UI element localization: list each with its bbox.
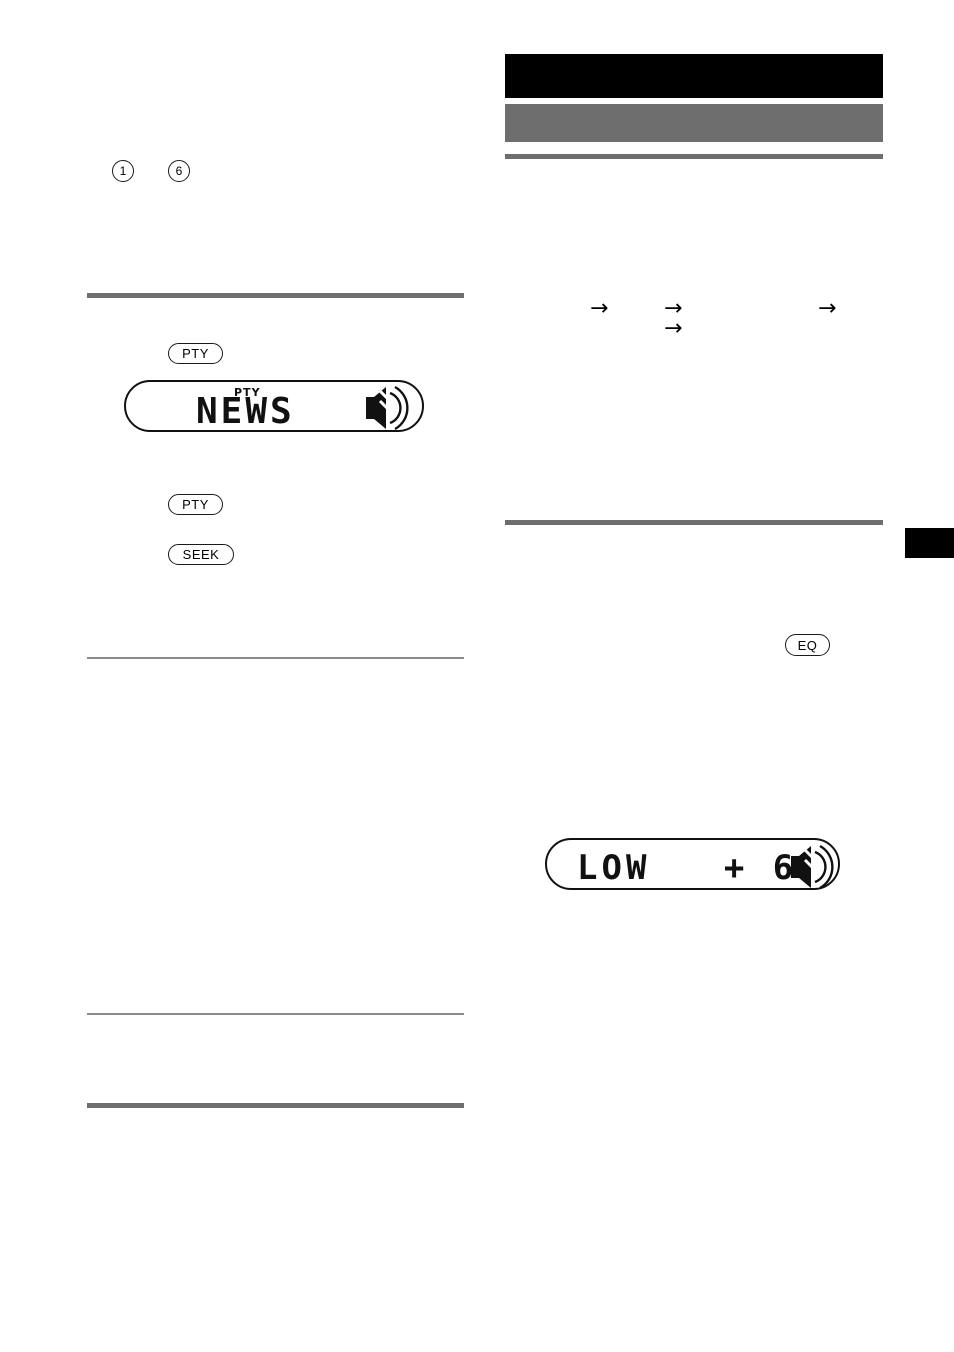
sound-wave-icon [791, 844, 834, 890]
section-rule-3 [87, 1013, 464, 1015]
preset-button-6[interactable]: 6 [168, 160, 190, 182]
section-rule-2 [87, 657, 464, 659]
manual-page: → → → → EQ LOW + 6 1 6 PTY PTY NEWS PTY … [0, 0, 954, 1352]
flow-arrow-3: → [818, 296, 837, 321]
eq-button[interactable]: EQ [785, 634, 830, 656]
chapter-title-band [505, 54, 883, 98]
lcd-low-main-text: LOW + 6 [577, 848, 798, 888]
section-rule-1 [87, 293, 464, 298]
flow-arrow-4: → [664, 316, 683, 341]
section-rule-6 [505, 520, 883, 525]
flow-arrow-1: → [590, 296, 609, 321]
page-tab-marker [905, 528, 954, 558]
sound-wave-icon [366, 385, 409, 431]
lcd-display-low: LOW + 6 [545, 838, 840, 890]
lcd-news-main-text: NEWS [196, 391, 295, 432]
pty-button-top[interactable]: PTY [168, 343, 223, 364]
seek-button[interactable]: SEEK [168, 544, 234, 565]
lcd-display-news: PTY NEWS [124, 380, 424, 432]
preset-button-1[interactable]: 1 [112, 160, 134, 182]
chapter-subtitle-band [505, 104, 883, 142]
pty-button-middle[interactable]: PTY [168, 494, 223, 515]
section-rule-5 [505, 154, 883, 159]
section-rule-4 [87, 1103, 464, 1108]
